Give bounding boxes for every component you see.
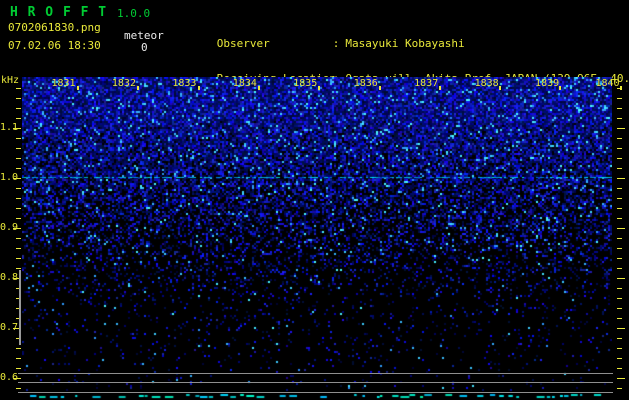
left-minor-tick	[16, 168, 21, 169]
left-minor-tick	[16, 358, 21, 359]
left-minor-tick	[16, 108, 21, 109]
time-minor-tick	[559, 86, 561, 90]
right-minor-tick	[617, 258, 622, 259]
time-minor-tick	[198, 86, 200, 90]
left-minor-tick	[16, 198, 21, 199]
time-minor-tick	[499, 86, 501, 90]
right-minor-tick	[617, 138, 622, 139]
right-minor-tick	[617, 318, 622, 319]
right-minor-tick	[617, 348, 622, 349]
left-major-tick	[13, 378, 21, 379]
colon-separator: :	[332, 36, 340, 50]
right-major-tick	[617, 128, 625, 129]
right-minor-tick	[617, 248, 622, 249]
left-minor-tick	[16, 258, 21, 259]
right-minor-tick	[617, 98, 622, 99]
station-row-observer: Observer: Masayuki Kobayashi	[177, 26, 629, 49]
left-minor-tick	[16, 118, 21, 119]
left-minor-tick	[16, 268, 21, 269]
time-tick-label: 1831	[51, 78, 76, 89]
left-minor-tick	[16, 88, 21, 89]
right-minor-tick	[617, 358, 622, 359]
app-version: 1.0.0	[117, 7, 151, 20]
right-minor-tick	[617, 308, 622, 309]
output-filename: 0702061830.png	[8, 21, 101, 34]
time-minor-tick	[77, 86, 79, 90]
meteor-count: 0	[141, 41, 148, 54]
freq-tick-label: 0.6	[0, 372, 19, 383]
right-minor-tick	[617, 218, 622, 219]
left-minor-tick	[16, 188, 21, 189]
left-minor-tick	[16, 98, 21, 99]
time-minor-tick	[137, 86, 139, 90]
freq-tick-label: 0.7	[0, 322, 19, 333]
right-minor-tick	[617, 148, 622, 149]
station-value: Masayuki Kobayashi	[345, 36, 465, 50]
left-minor-tick	[16, 238, 21, 239]
time-minor-tick	[379, 86, 381, 90]
right-major-tick	[617, 278, 625, 279]
left-minor-tick	[16, 158, 21, 159]
time-minor-tick	[318, 86, 320, 90]
left-minor-tick	[16, 208, 21, 209]
time-tick-label: 1837	[414, 78, 439, 89]
time-tick-label: 1836	[353, 78, 378, 89]
app-title: H R O F F T	[10, 5, 108, 20]
right-minor-tick	[617, 168, 622, 169]
time-tick-label: 1840	[595, 78, 620, 89]
right-minor-tick	[617, 368, 622, 369]
right-minor-tick	[617, 298, 622, 299]
station-row-location: Receiving Location:Ogata-vill. Akita-Pre…	[177, 61, 629, 84]
left-minor-tick	[16, 218, 21, 219]
spectrogram-canvas	[22, 77, 612, 400]
time-tick-label: 1835	[293, 78, 318, 89]
reference-line-1	[18, 373, 613, 374]
time-minor-tick	[439, 86, 441, 90]
time-minor-tick	[620, 86, 622, 90]
right-major-tick	[617, 178, 625, 179]
station-label: Observer	[216, 36, 270, 50]
time-tick-label: 1834	[232, 78, 257, 89]
time-tick-label: 1832	[111, 78, 136, 89]
left-minor-tick	[16, 368, 21, 369]
time-tick-label: 1838	[474, 78, 499, 89]
db-scale-bar	[19, 270, 21, 345]
time-tick-label: 1839	[535, 78, 560, 89]
right-minor-tick	[617, 108, 622, 109]
freq-tick-label: 0.9	[0, 222, 19, 233]
right-major-tick	[617, 228, 625, 229]
right-minor-tick	[617, 158, 622, 159]
datetime-label: 07.02.06 18:30	[8, 39, 101, 52]
right-minor-tick	[617, 268, 622, 269]
right-minor-tick	[617, 338, 622, 339]
reference-line-2	[18, 382, 613, 383]
reference-line-3	[18, 392, 613, 393]
freq-tick-label: 1.1	[0, 122, 19, 133]
right-minor-tick	[617, 388, 622, 389]
right-minor-tick	[617, 288, 622, 289]
right-major-tick	[617, 328, 625, 329]
right-minor-tick	[617, 188, 622, 189]
left-major-tick	[13, 128, 21, 129]
left-major-tick	[13, 228, 21, 229]
frequency-axis-unit: kHz	[1, 75, 20, 86]
right-minor-tick	[617, 118, 622, 119]
time-minor-tick	[258, 86, 260, 90]
hrofft-window: H R O F F T 1.0.0 0702061830.png meteor …	[0, 0, 629, 400]
freq-tick-label: 1.0	[0, 172, 19, 183]
left-minor-tick	[16, 348, 21, 349]
left-minor-tick	[16, 148, 21, 149]
left-minor-tick	[16, 388, 21, 389]
right-major-tick	[617, 378, 625, 379]
right-minor-tick	[617, 208, 622, 209]
left-minor-tick	[16, 138, 21, 139]
right-minor-tick	[617, 198, 622, 199]
left-major-tick	[13, 178, 21, 179]
freq-tick-label: 0.8	[0, 272, 19, 283]
time-tick-label: 1833	[172, 78, 197, 89]
right-minor-tick	[617, 238, 622, 239]
left-minor-tick	[16, 248, 21, 249]
